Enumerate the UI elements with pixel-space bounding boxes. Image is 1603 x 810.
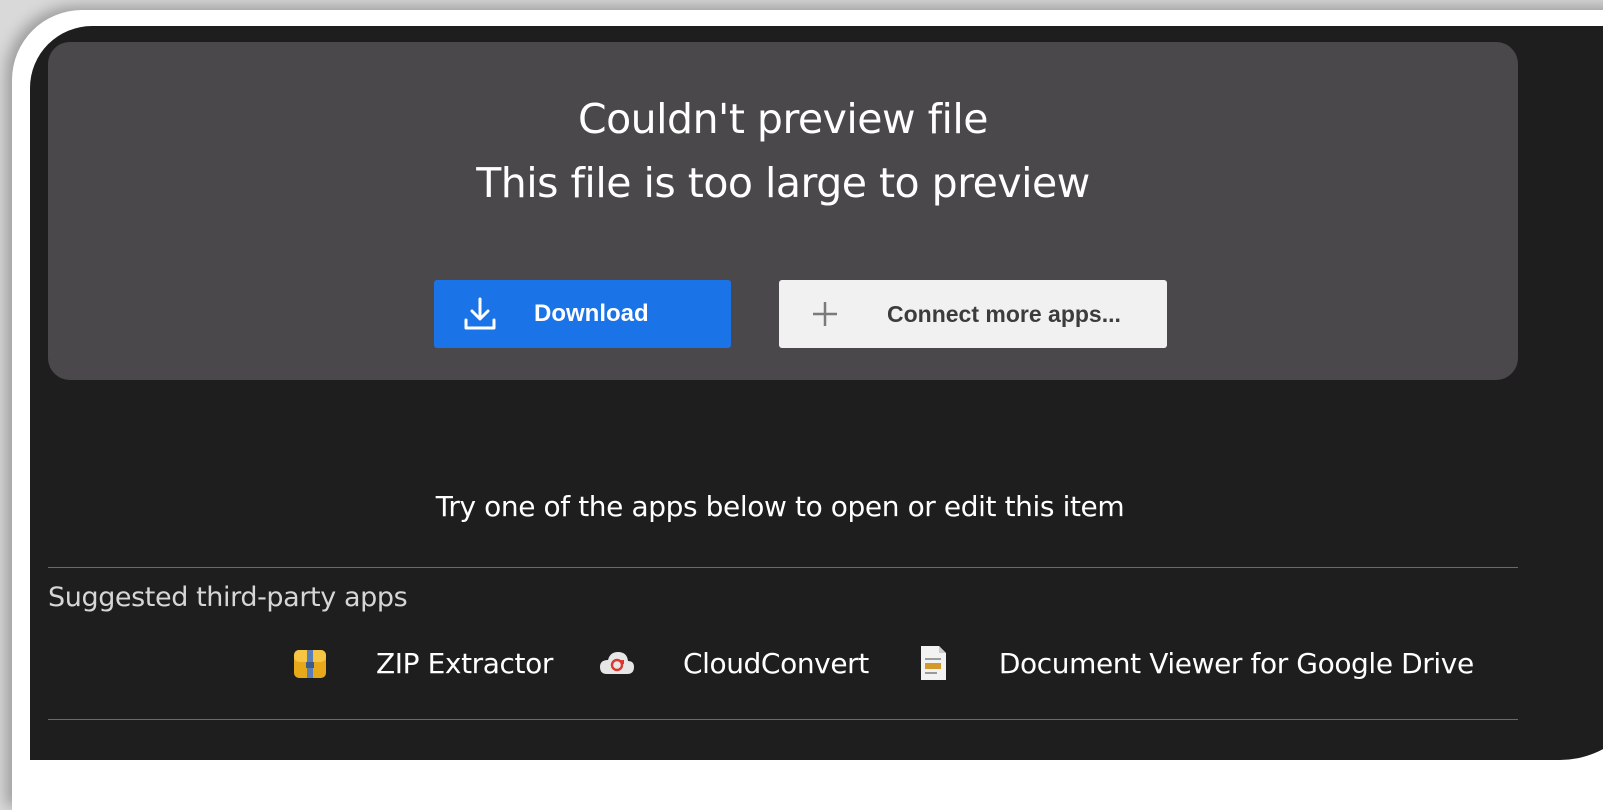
app-name: ZIP Extractor — [376, 646, 553, 680]
cloudconvert-icon — [597, 643, 637, 683]
divider-top — [48, 567, 1518, 568]
preview-error-card: Couldn't preview file This file is too l… — [48, 42, 1518, 380]
connect-more-apps-label: Connect more apps... — [887, 300, 1121, 327]
download-button-label: Download — [534, 300, 649, 327]
suggested-apps-list: ZIP Extractor CloudConvert Document View… — [290, 638, 1518, 688]
zip-extractor-icon — [290, 643, 330, 683]
app-name: Document Viewer for Google Drive — [998, 646, 1474, 680]
app-document-viewer[interactable]: Document Viewer for Google Drive — [913, 643, 1518, 683]
connect-more-apps-button[interactable]: Connect more apps... — [779, 280, 1167, 348]
divider-bottom — [48, 719, 1518, 720]
document-viewer-icon — [913, 643, 953, 683]
preview-screen: Couldn't preview file This file is too l… — [30, 26, 1603, 760]
preview-error-subtitle: This file is too large to preview — [476, 159, 1090, 207]
plus-icon — [803, 292, 847, 336]
app-cloudconvert[interactable]: CloudConvert — [597, 643, 913, 683]
preview-error-title: Couldn't preview file — [577, 95, 989, 143]
download-icon — [458, 292, 502, 336]
open-with-hint: Try one of the apps below to open or edi… — [435, 490, 1125, 523]
app-name: CloudConvert — [682, 646, 869, 680]
suggested-apps-heading: Suggested third-party apps — [48, 582, 408, 613]
app-zip-extractor[interactable]: ZIP Extractor — [290, 643, 597, 683]
download-button[interactable]: Download — [434, 280, 731, 348]
